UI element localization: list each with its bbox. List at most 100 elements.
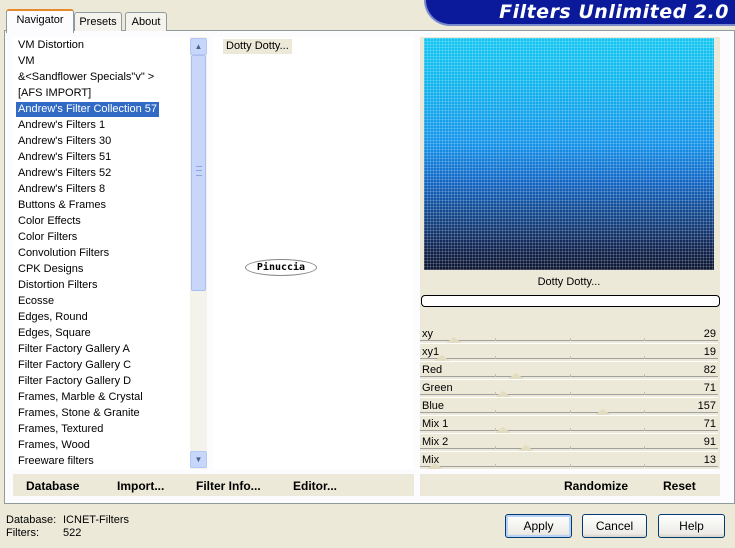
slider-tick (644, 374, 645, 377)
apply-button[interactable]: Apply (505, 514, 572, 538)
slider-thumb[interactable] (495, 427, 511, 433)
slider-tick (644, 356, 645, 359)
category-item[interactable]: Filter Factory Gallery D (16, 374, 133, 389)
category-item[interactable]: Filter Factory Gallery C (16, 358, 133, 373)
slider-label: Green (422, 382, 453, 394)
slider-tick (644, 410, 645, 413)
category-item[interactable]: Frames, Marble & Crystal (16, 390, 145, 405)
category-list[interactable]: VM Distortion VM &<Sandflower Specials"v" … (13, 37, 207, 469)
category-item[interactable]: &<Sandflower Specials"v" > (16, 70, 156, 85)
category-item[interactable]: Andrew's Filter Collection 57 (16, 102, 160, 117)
scroll-thumb[interactable] (191, 55, 206, 291)
filter-list[interactable]: Dotty Dotty... Pinuccia (213, 37, 414, 469)
category-item[interactable]: Buttons & Frames (16, 198, 108, 213)
slider-mix-2[interactable]: Mix 2 91 (420, 434, 718, 452)
tab-presets[interactable]: Presets (74, 12, 122, 31)
cancel-button[interactable]: Cancel (582, 514, 647, 538)
status-filters-value: 522 (63, 527, 82, 539)
slider-label: Mix 2 (422, 436, 449, 448)
filter-info-link[interactable]: Filter Info... (196, 479, 261, 493)
slider-xy1[interactable]: xy1 19 (420, 344, 718, 362)
slider-tick (644, 428, 645, 431)
slider-track[interactable] (420, 466, 718, 470)
category-item[interactable]: [AFS IMPORT] (16, 86, 93, 101)
category-item[interactable]: Andrew's Filters 1 (16, 118, 107, 133)
slider-tick (495, 374, 496, 377)
slider-thumb[interactable] (427, 463, 443, 469)
tab-navigator[interactable]: Navigator (6, 9, 74, 33)
category-item[interactable]: Frames, Textured (16, 422, 105, 437)
slider-value: 71 (703, 418, 716, 430)
database-link[interactable]: Database (26, 479, 79, 493)
slider-thumb[interactable] (434, 355, 450, 361)
slider-green[interactable]: Green 71 (420, 380, 718, 398)
app-banner: Filters Unlimited 2.0 (424, 0, 735, 26)
slider-thumb[interactable] (518, 445, 534, 451)
reset-link[interactable]: Reset (663, 479, 696, 493)
slider-tick (570, 392, 571, 395)
slider-label: Red (422, 364, 443, 376)
category-item[interactable]: Convolution Filters (16, 246, 111, 261)
category-item[interactable]: VM Distortion (16, 38, 86, 53)
slider-tick (495, 356, 496, 359)
category-item[interactable]: VM (16, 54, 37, 69)
category-item[interactable]: Ecosse (16, 294, 56, 309)
slider-label: xy (422, 328, 433, 340)
help-button[interactable]: Help (658, 514, 725, 538)
slider-tick (570, 446, 571, 449)
category-item[interactable]: Andrew's Filters 30 (16, 134, 113, 149)
category-item[interactable]: Distortion Filters (16, 278, 99, 293)
status-database-value: ICNET-Filters (63, 514, 129, 526)
grip-icon (196, 166, 202, 176)
slider-blue[interactable]: Blue 157 (420, 398, 718, 416)
category-item[interactable]: Freeware filters (16, 454, 96, 469)
progress-bar (421, 295, 720, 307)
import-link[interactable]: Import... (117, 479, 164, 493)
slider-value: 13 (703, 454, 716, 466)
category-item[interactable]: Filter Factory Gallery A (16, 342, 132, 357)
slider-tick (570, 410, 571, 413)
filter-item-selected[interactable]: Dotty Dotty... (223, 39, 292, 54)
category-item[interactable]: Frames, Wood (16, 438, 92, 453)
preview-image[interactable] (424, 38, 714, 270)
category-scrollbar[interactable]: ▲ ▼ (190, 37, 207, 469)
category-item[interactable]: Frames, Stone & Granite (16, 406, 142, 421)
tab-about[interactable]: About (125, 12, 167, 31)
category-item[interactable]: Andrew's Filters 52 (16, 166, 113, 181)
status-database-label: Database: (6, 514, 57, 526)
slider-tick (644, 464, 645, 467)
category-item[interactable]: Andrew's Filters 51 (16, 150, 113, 165)
status-filters-label: Filters: (6, 527, 39, 539)
randomize-link[interactable]: Randomize (564, 479, 628, 493)
scroll-up-button[interactable]: ▲ (190, 38, 207, 55)
slider-tick (644, 338, 645, 341)
slider-thumb[interactable] (446, 337, 462, 343)
category-item[interactable]: Color Filters (16, 230, 79, 245)
slider-thumb[interactable] (595, 409, 611, 415)
slider-tick (644, 392, 645, 395)
category-item[interactable]: Color Effects (16, 214, 83, 229)
slider-tick (495, 446, 496, 449)
watermark-stamp: Pinuccia (245, 259, 317, 276)
slider-value: 157 (697, 400, 716, 412)
scroll-down-button[interactable]: ▼ (190, 451, 207, 468)
category-item[interactable]: Edges, Round (16, 310, 90, 325)
slider-value: 82 (703, 364, 716, 376)
slider-value: 71 (703, 382, 716, 394)
slider-label: Mix 1 (422, 418, 449, 430)
slider-tick (570, 374, 571, 377)
slider-value: 19 (703, 346, 716, 358)
slider-tick (570, 464, 571, 467)
editor-link[interactable]: Editor... (293, 479, 337, 493)
slider-tick (495, 410, 496, 413)
slider-mix-1[interactable]: Mix 1 71 (420, 416, 718, 434)
slider-thumb[interactable] (508, 373, 524, 379)
category-item[interactable]: CPK Designs (16, 262, 85, 277)
slider-red[interactable]: Red 82 (420, 362, 718, 380)
category-item[interactable]: Andrew's Filters 8 (16, 182, 107, 197)
category-item[interactable]: Edges, Square (16, 326, 93, 341)
slider-tick (495, 338, 496, 341)
slider-mix[interactable]: Mix 13 (420, 452, 718, 470)
slider-xy[interactable]: xy 29 (420, 326, 718, 344)
slider-thumb[interactable] (495, 391, 511, 397)
